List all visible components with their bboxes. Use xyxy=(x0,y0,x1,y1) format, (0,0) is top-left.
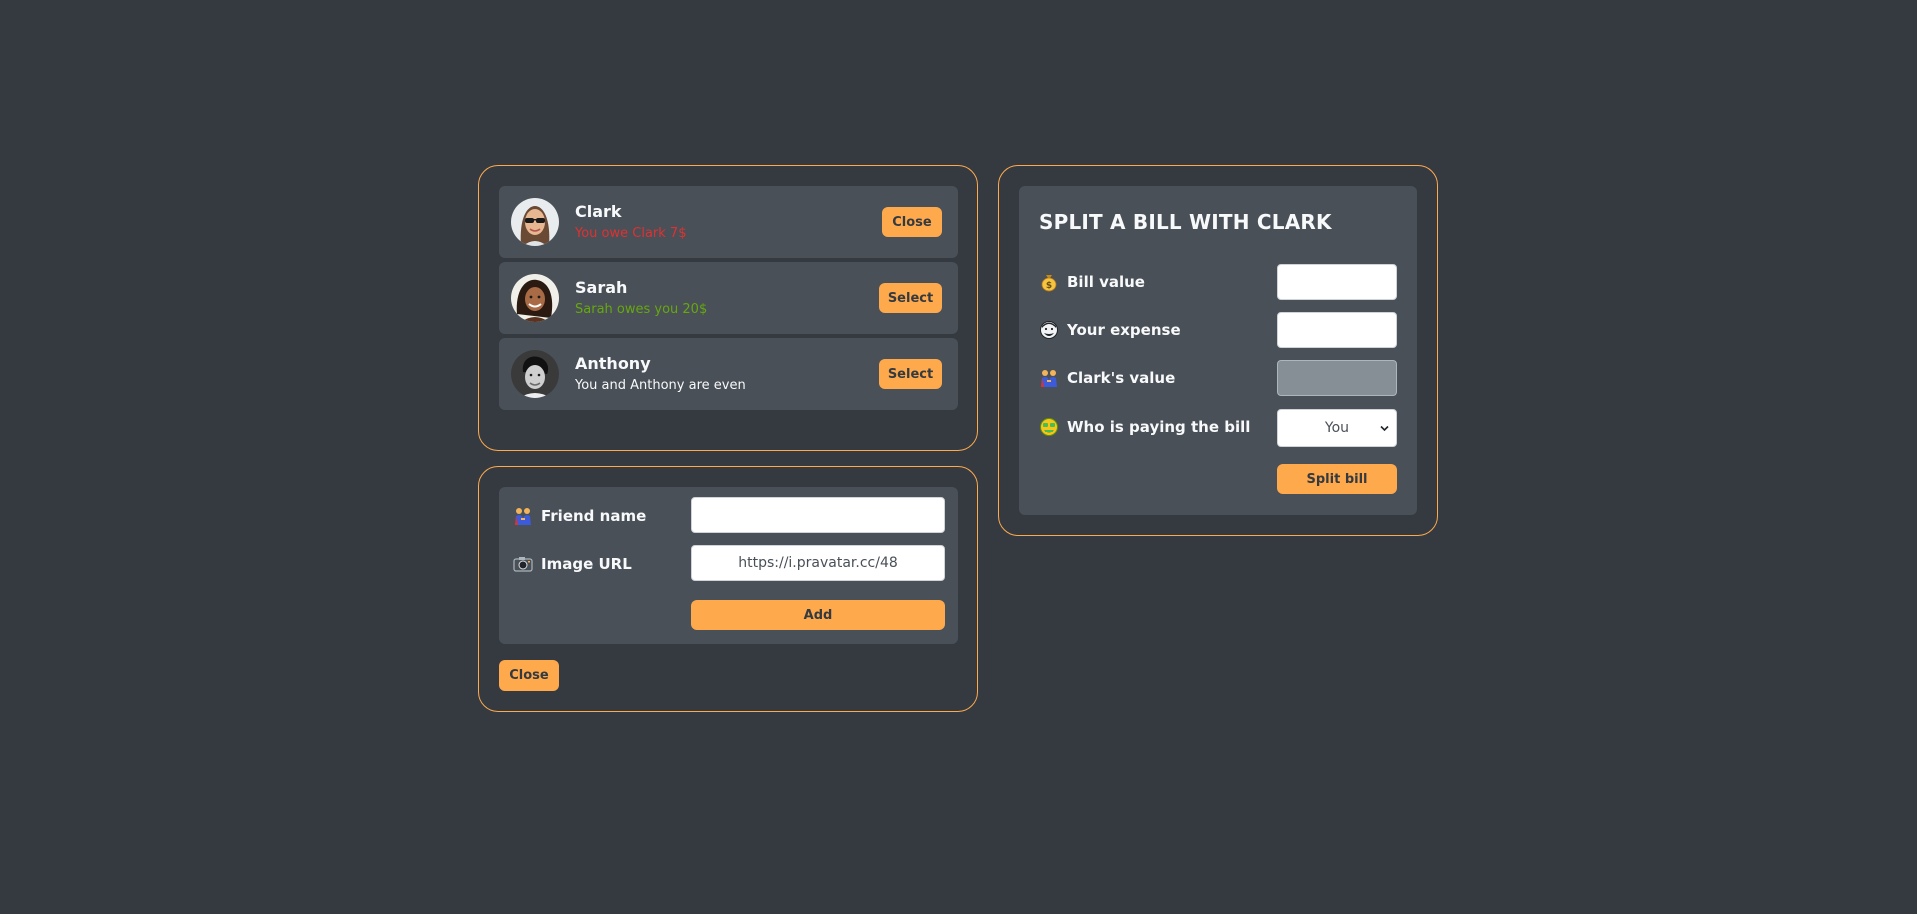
chevron-down-icon xyxy=(1380,421,1389,432)
your-expense-label: Your expense xyxy=(1039,317,1181,343)
people-holding-hands-icon xyxy=(1039,368,1059,388)
add-friend-button[interactable]: Add xyxy=(691,600,945,630)
money-face-icon xyxy=(1039,417,1059,437)
select-friend-button[interactable]: Select xyxy=(879,359,942,389)
friends-list-panel: Clark You owe Clark 7$ Close Sarah Sarah… xyxy=(478,165,978,451)
friend-value-input xyxy=(1277,360,1397,396)
image-url-label: Image URL xyxy=(513,551,632,577)
close-form-button[interactable]: Close xyxy=(499,660,559,691)
add-friend-form: Friend name Image URL https://i.pravatar… xyxy=(499,487,958,644)
image-url-label-text: Image URL xyxy=(541,555,632,573)
avatar xyxy=(511,198,559,246)
friend-balance-status: Sarah owes you 20$ xyxy=(575,302,708,317)
people-holding-hands-icon xyxy=(513,506,533,526)
friend-name-label: Friend name xyxy=(513,503,646,529)
avatar xyxy=(511,350,559,398)
add-friend-panel: Friend name Image URL https://i.pravatar… xyxy=(478,466,978,712)
payer-selected-value: You xyxy=(1324,420,1350,436)
friend-name-label-text: Friend name xyxy=(541,507,647,525)
payer-label-text: Who is paying the bill xyxy=(1067,418,1251,436)
friend-balance-status: You and Anthony are even xyxy=(575,378,746,393)
split-bill-panel: SPLIT A BILL WITH CLARK $ Bill value You… xyxy=(998,165,1438,536)
friend-balance-status: You owe Clark 7$ xyxy=(575,226,687,241)
close-friend-button[interactable]: Close xyxy=(882,207,942,237)
friend-value-label-text: Clark's value xyxy=(1067,369,1176,387)
friend-value-label: Clark's value xyxy=(1039,365,1175,391)
payer-label: Who is paying the bill xyxy=(1039,414,1250,440)
bill-value-input[interactable] xyxy=(1277,264,1397,300)
friend-item-anthony: Anthony You and Anthony are even Select xyxy=(499,338,958,410)
friend-name: Clark xyxy=(575,202,622,221)
your-expense-input[interactable] xyxy=(1277,312,1397,348)
split-bill-form: SPLIT A BILL WITH CLARK $ Bill value You… xyxy=(1019,186,1417,515)
friend-item-sarah: Sarah Sarah owes you 20$ Select xyxy=(499,262,958,334)
split-bill-button[interactable]: Split bill xyxy=(1277,464,1397,494)
money-bag-icon: $ xyxy=(1039,272,1059,292)
bill-value-label: $ Bill value xyxy=(1039,269,1145,295)
bill-value-label-text: Bill value xyxy=(1067,273,1145,291)
man-face-icon xyxy=(1039,320,1059,340)
select-friend-button[interactable]: Select xyxy=(879,283,942,313)
payer-select[interactable]: You xyxy=(1277,409,1397,447)
svg-text:$: $ xyxy=(1046,281,1052,291)
image-url-input[interactable]: https://i.pravatar.cc/48 xyxy=(691,545,945,581)
your-expense-label-text: Your expense xyxy=(1067,321,1181,339)
avatar xyxy=(511,274,559,322)
camera-icon xyxy=(513,554,533,574)
friend-name: Anthony xyxy=(575,354,651,373)
friend-name-input[interactable] xyxy=(691,497,945,533)
friend-item-clark: Clark You owe Clark 7$ Close xyxy=(499,186,958,258)
friend-name: Sarah xyxy=(575,278,628,297)
split-bill-title: SPLIT A BILL WITH CLARK xyxy=(1039,210,1332,234)
